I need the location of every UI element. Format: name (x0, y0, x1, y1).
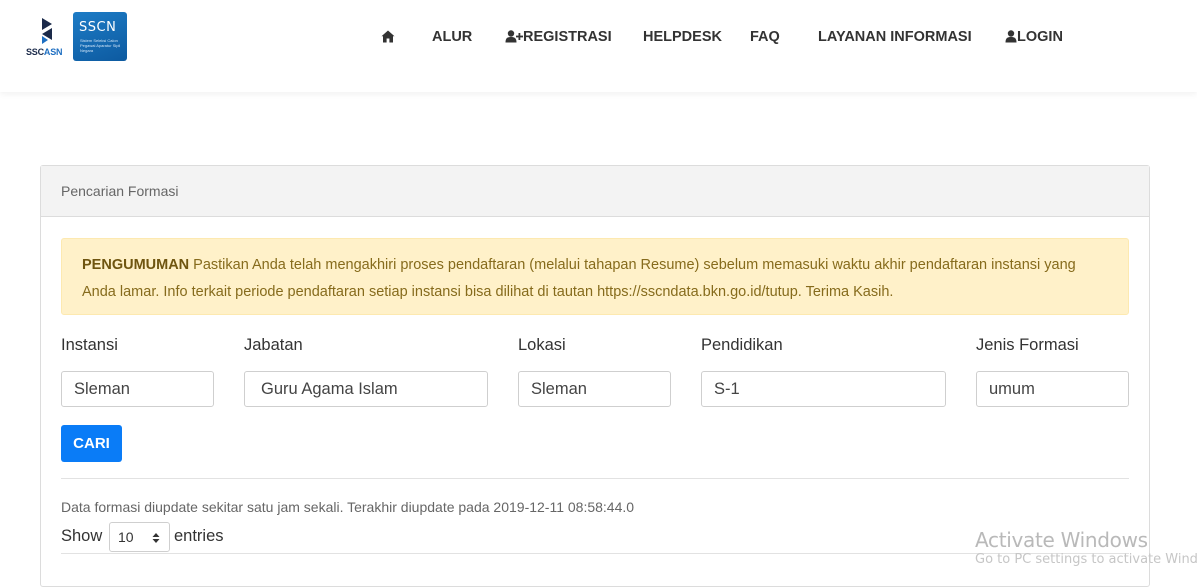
entries-select-value: 10 (118, 529, 134, 545)
logo-text-asn: ASN (43, 47, 63, 57)
divider (61, 478, 1129, 479)
nav-registrasi[interactable]: REGISTRASI (505, 28, 612, 46)
entries-label: entries (174, 527, 224, 545)
jenis-formasi-input[interactable]: umum (976, 371, 1129, 407)
sscn-logo: SSCN Sistem Seleksi Calon Pegawai Aparat… (73, 12, 127, 61)
table-top-divider (61, 553, 1129, 554)
label-jenis-formasi: Jenis Formasi (976, 336, 1079, 354)
label-lokasi: Lokasi (518, 336, 566, 354)
update-note: Data formasi diupdate sekitar satu jam s… (61, 499, 635, 515)
search-formasi-card: Pencarian Formasi PENGUMUMAN Pastikan An… (40, 165, 1150, 587)
label-instansi: Instansi (61, 336, 118, 354)
nav-login[interactable]: LOGIN (1005, 28, 1063, 46)
cari-button[interactable]: CARI (61, 425, 122, 462)
sscasn-logo: SSCASN (24, 16, 70, 60)
nav-layanan-informasi[interactable]: LAYANAN INFORMASI (818, 28, 972, 46)
nav-home[interactable] (381, 28, 395, 46)
announcement-alert: PENGUMUMAN Pastikan Anda telah mengakhir… (61, 238, 1129, 315)
sscn-logo-text: SSCN (79, 20, 117, 35)
sscasn-mark-icon (42, 18, 52, 44)
site-logo[interactable]: SSCASN SSCN Sistem Seleksi Calon Pegawai… (24, 12, 128, 62)
top-navbar: SSCASN SSCN Sistem Seleksi Calon Pegawai… (0, 0, 1197, 92)
nav-registrasi-label: REGISTRASI (523, 29, 612, 45)
instansi-input[interactable]: Sleman (61, 371, 214, 407)
activate-windows-title: Activate Windows (975, 528, 1148, 552)
announcement-text: Pastikan Anda telah mengakhiri proses pe… (82, 257, 1076, 300)
nav-helpdesk[interactable]: HELPDESK (643, 28, 722, 46)
pendidikan-input[interactable]: S-1 (701, 371, 946, 407)
nav-alur[interactable]: ALUR (432, 28, 472, 46)
nav-login-label: LOGIN (1017, 29, 1063, 45)
nav-faq[interactable]: FAQ (750, 28, 780, 46)
label-jabatan: Jabatan (244, 336, 303, 354)
activate-windows-subtitle: Go to PC settings to activate Windows. (975, 552, 1197, 567)
user-plus-icon (505, 30, 523, 43)
announcement-title: PENGUMUMAN (82, 257, 190, 273)
select-caret-icon (152, 533, 160, 543)
home-icon (381, 30, 395, 43)
logo-text-ssc: SSC (26, 47, 44, 57)
entries-select[interactable]: 10 (109, 522, 170, 552)
jabatan-input[interactable]: Guru Agama Islam (244, 371, 488, 407)
show-label: Show (61, 527, 103, 545)
sscn-logo-subtext: Sistem Seleksi Calon Pegawai Aparatur Si… (80, 38, 121, 53)
label-pendidikan: Pendidikan (701, 336, 783, 354)
user-icon (1005, 30, 1017, 43)
card-title: Pencarian Formasi (41, 166, 1149, 217)
lokasi-input[interactable]: Sleman (518, 371, 671, 407)
